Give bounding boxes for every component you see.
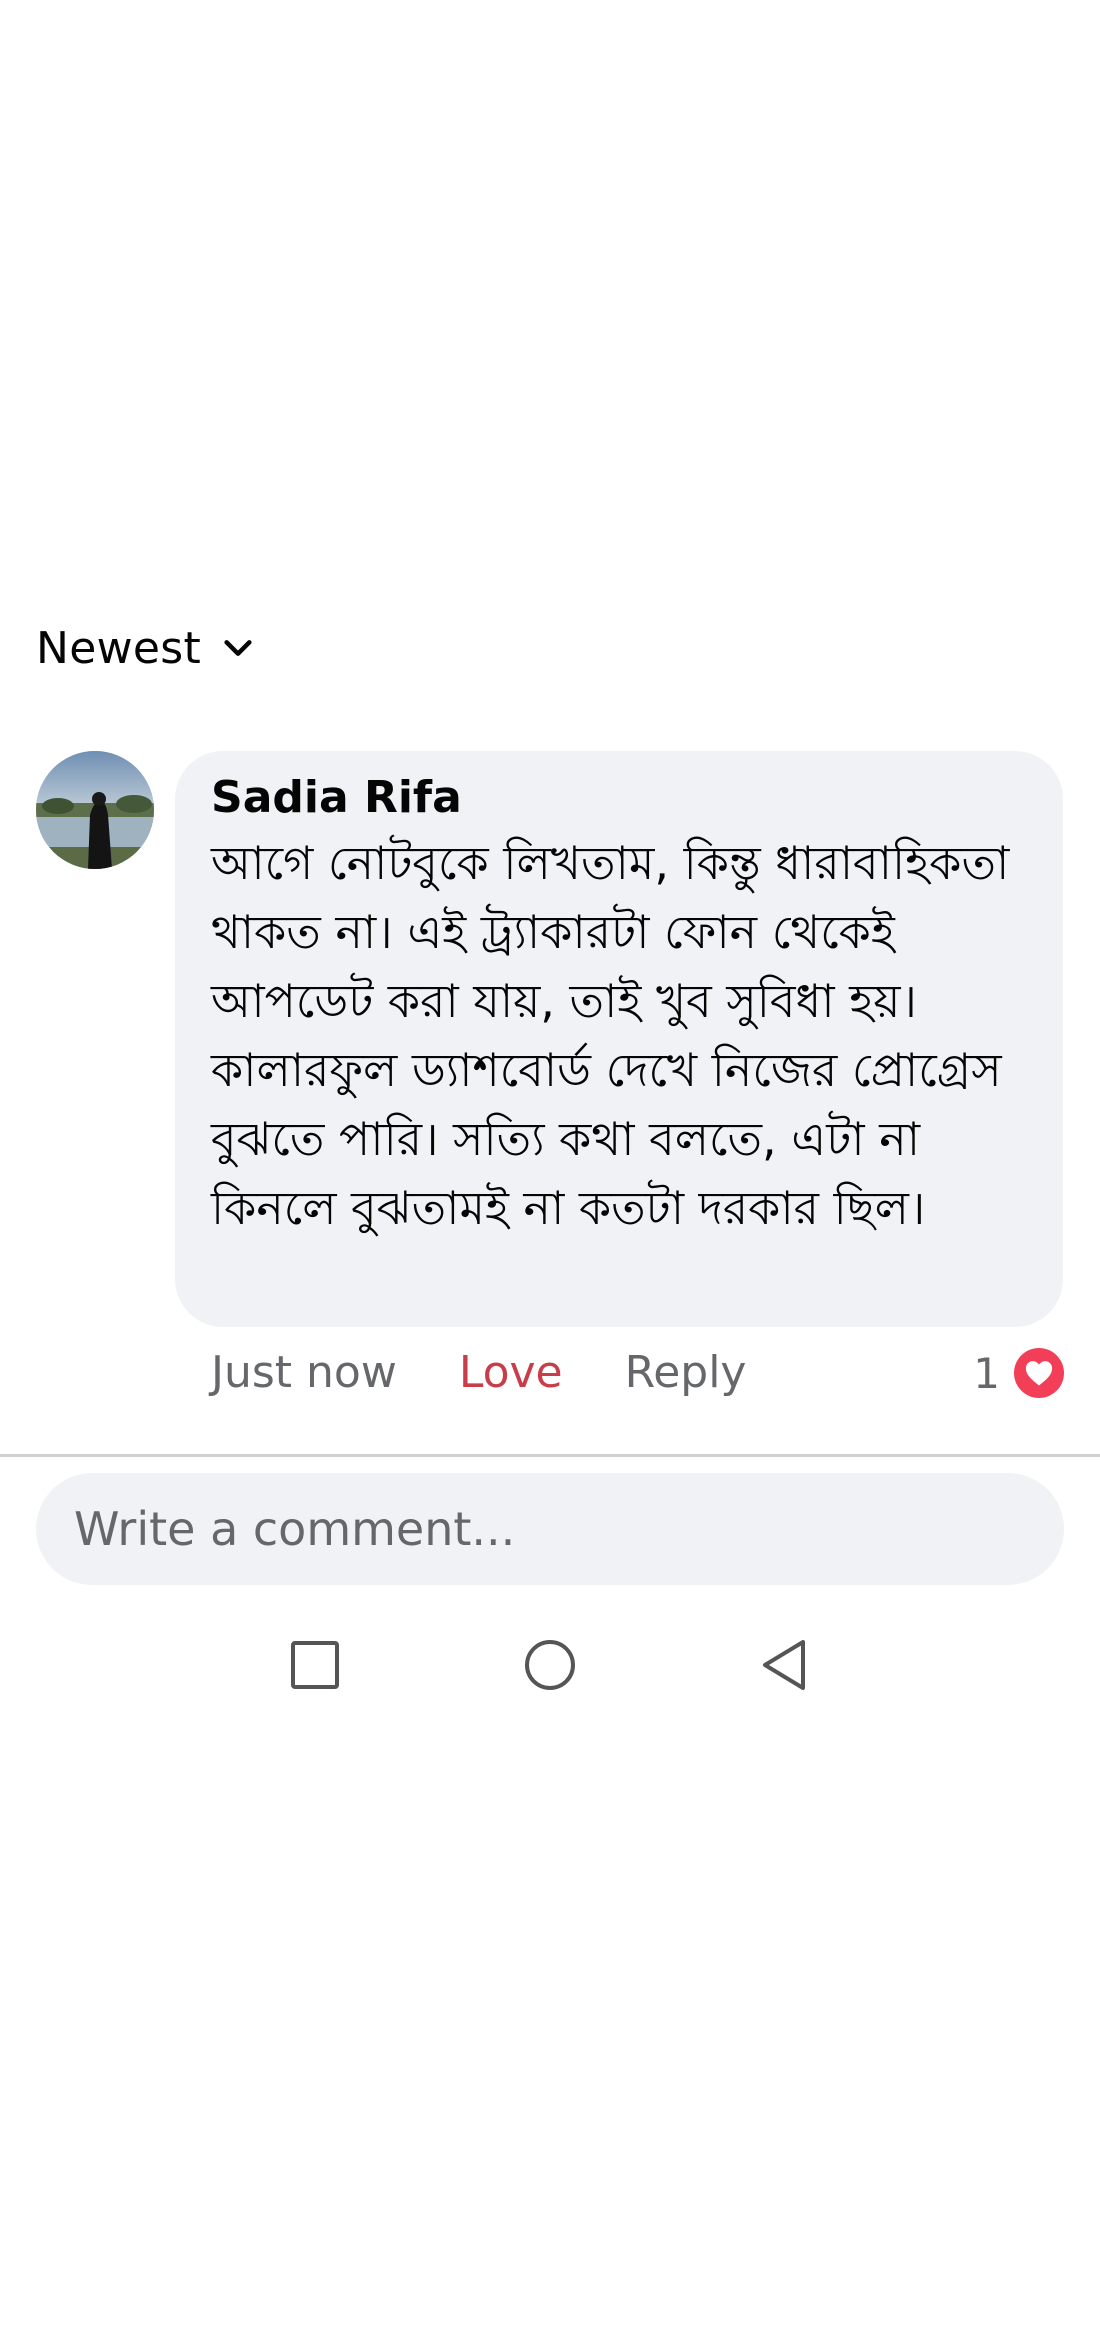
comment-composer[interactable]	[36, 1473, 1064, 1585]
sort-dropdown[interactable]: Newest	[36, 618, 255, 678]
reply-button[interactable]: Reply	[625, 1347, 747, 1398]
comment-author[interactable]: Sadia Rifa	[211, 771, 1027, 825]
comment-bubble: Sadia Rifa আগে নোটবুকে লিখতাম, কিন্তু ধা…	[175, 751, 1063, 1327]
system-navigation-bar	[0, 1620, 1100, 1710]
profile-photo	[36, 751, 154, 869]
comment-timestamp: Just now	[211, 1346, 397, 1398]
back-triangle-icon[interactable]	[739, 1620, 829, 1710]
comment-input[interactable]	[72, 1501, 1028, 1557]
comment-text: আগে নোটবুকে লিখতাম, কিন্তু ধারাবাহিকতা থ…	[211, 836, 1010, 1235]
love-button[interactable]: Love	[459, 1347, 563, 1398]
reaction-summary[interactable]: 1	[973, 1345, 1064, 1401]
reaction-count: 1	[973, 1348, 1000, 1398]
sort-label: Newest	[36, 622, 202, 674]
avatar[interactable]	[36, 751, 154, 869]
chevron-down-icon	[224, 640, 252, 656]
comment-actions: Just now Love Reply	[211, 1342, 746, 1402]
heart-icon	[1014, 1348, 1064, 1398]
recents-square-icon[interactable]	[270, 1620, 360, 1710]
divider	[0, 1454, 1100, 1457]
home-circle-icon[interactable]	[505, 1620, 595, 1710]
